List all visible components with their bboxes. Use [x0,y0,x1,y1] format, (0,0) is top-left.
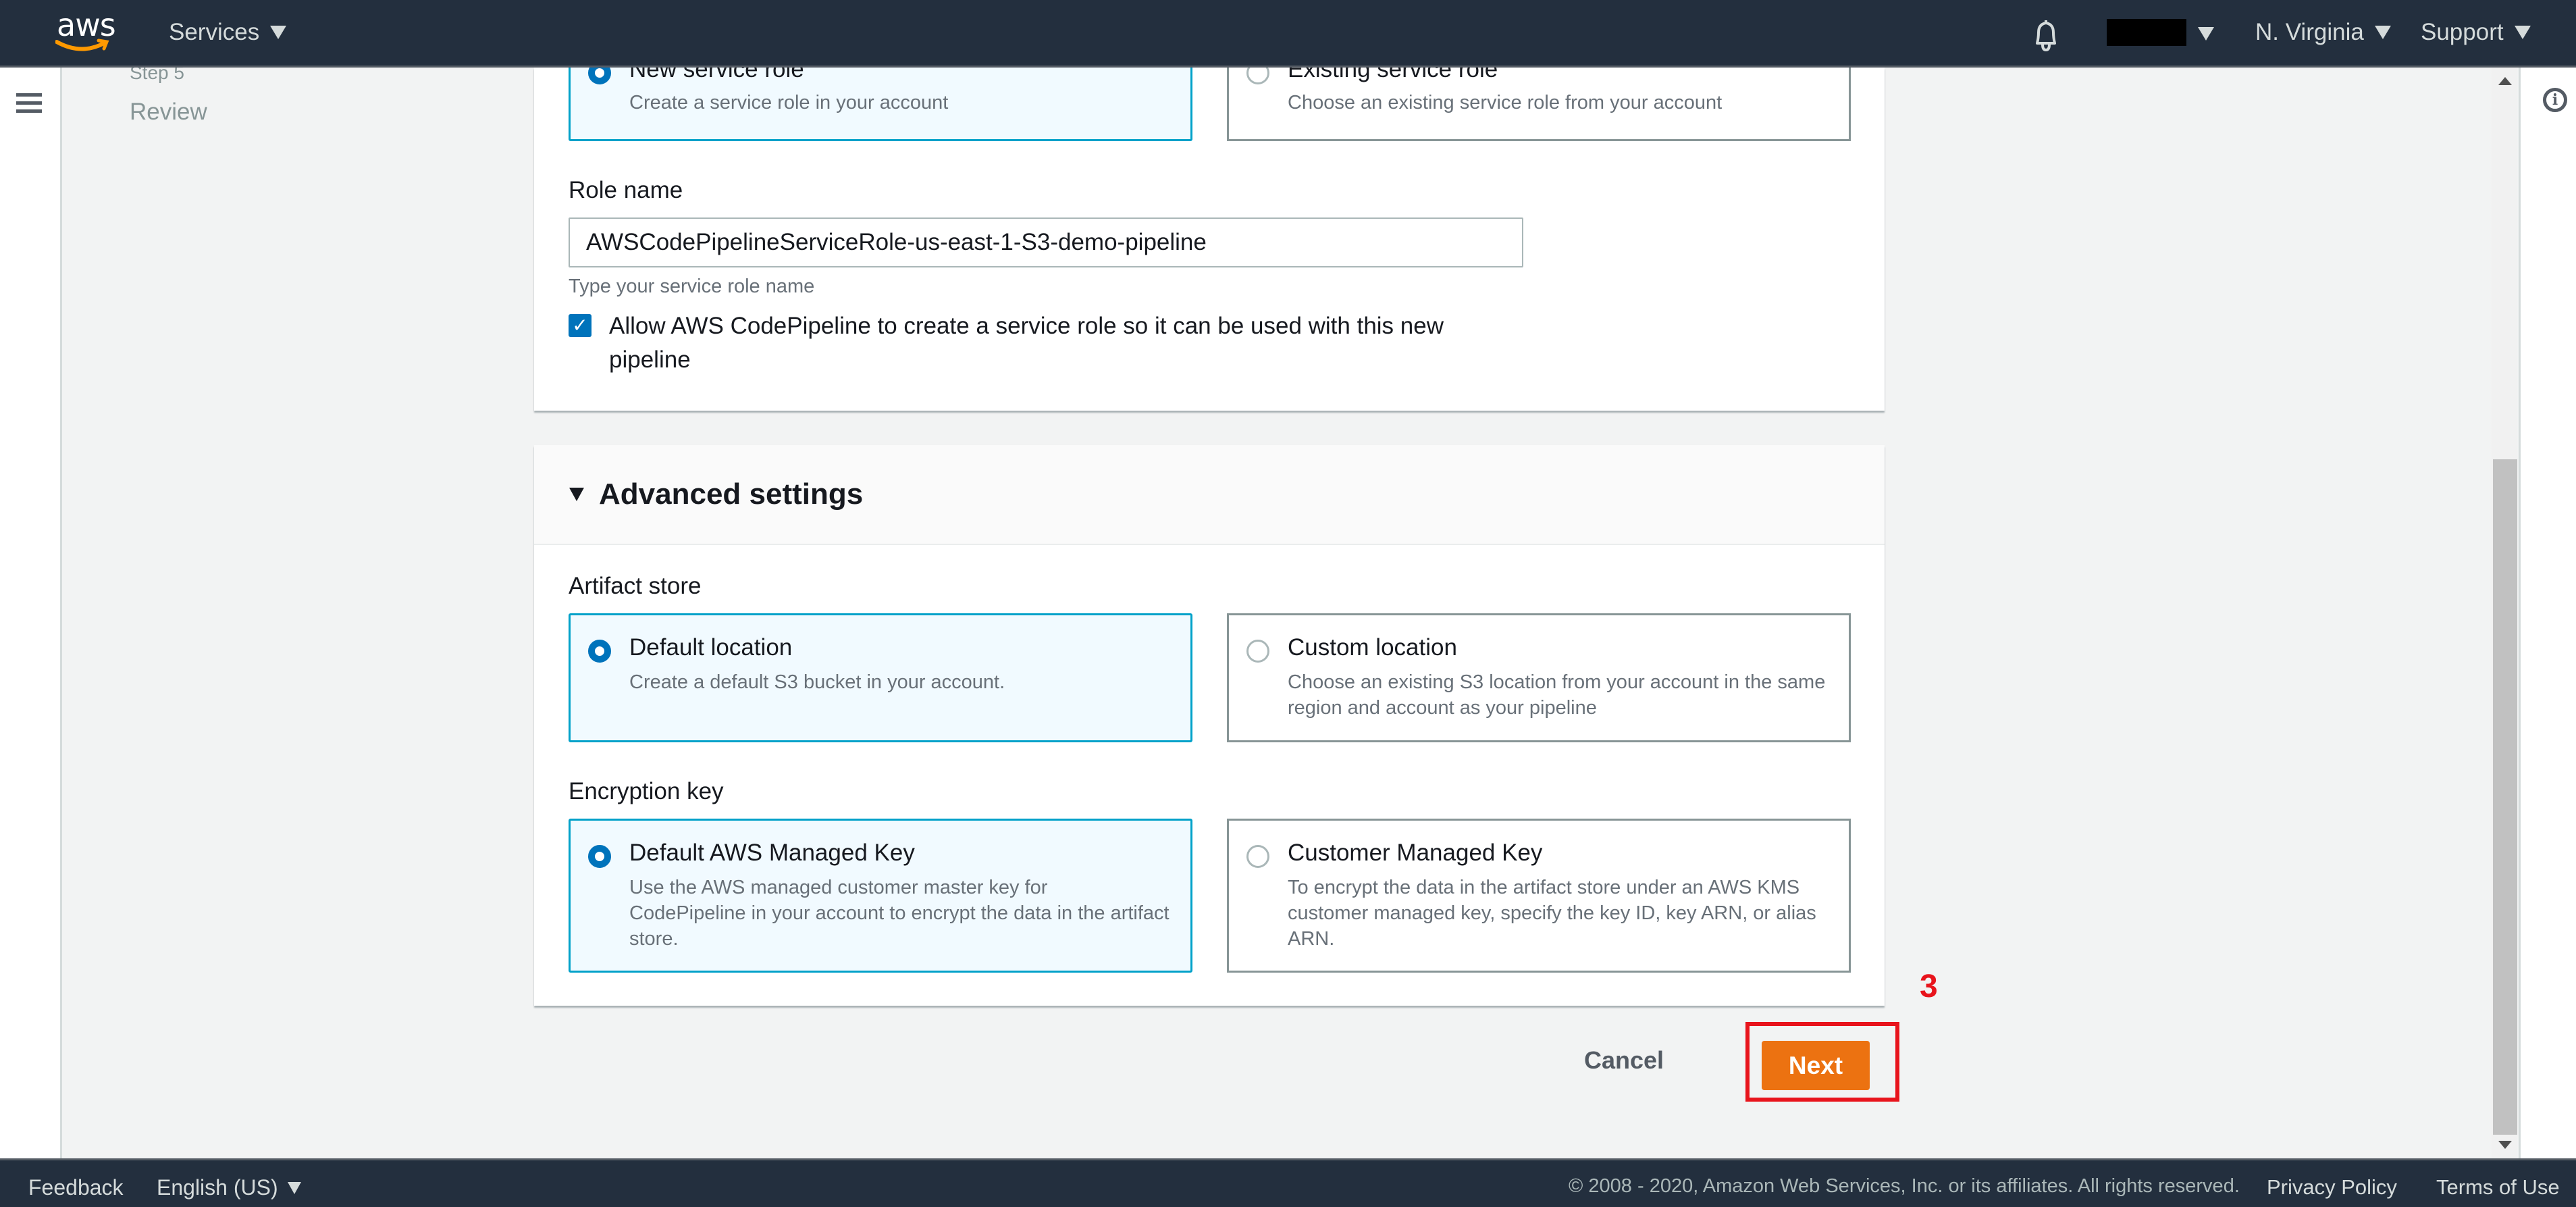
option-title: Customer Managed Key [1288,840,1543,866]
role-name-input[interactable] [569,217,1523,267]
customer-managed-key-option[interactable]: Customer Managed Key To encrypt the data… [1227,819,1851,973]
annotation-step-number: 3 [1920,969,1938,1004]
caret-down-icon [270,26,287,39]
copyright-text: © 2008 - 2020, Amazon Web Services, Inc.… [1569,1175,2240,1197]
next-button[interactable]: Next [1762,1041,1870,1090]
scrollbar-thumb[interactable] [2493,459,2517,1135]
caret-down-icon [2374,26,2391,39]
feedback-link[interactable]: Feedback [28,1175,124,1200]
hamburger-icon[interactable] [16,93,42,115]
allow-create-role-checkbox[interactable]: ✓ [569,314,592,337]
option-description: Create a default S3 bucket in your accou… [629,671,1005,693]
role-name-hint: Type your service role name [569,276,815,297]
default-managed-key-option[interactable]: Default AWS Managed Key Use the AWS mana… [569,819,1192,973]
info-icon[interactable]: i [2543,88,2567,112]
aws-logo[interactable]: aws [55,7,116,54]
bell-icon[interactable] [2029,18,2063,56]
vertical-scrollbar[interactable] [2492,68,2517,1158]
default-location-option[interactable]: Default location Create a default S3 buc… [569,613,1192,742]
step-review-link[interactable]: Review [130,99,207,126]
custom-location-option[interactable]: Custom location Choose an existing S3 lo… [1227,613,1851,742]
option-description: Use the AWS managed customer master key … [629,877,1169,950]
role-name-label: Role name [569,177,683,203]
option-description: Choose an existing S3 location from your… [1288,671,1826,719]
scroll-up-arrow-icon[interactable] [2498,77,2512,85]
expand-caret-icon [569,488,584,501]
radio-unselected[interactable] [1246,640,1269,663]
caret-down-icon [2514,26,2531,39]
language-label: English (US) [157,1175,278,1200]
support-menu[interactable]: Support [2421,19,2531,46]
artifact-store-label: Artifact store [569,573,702,599]
language-selector[interactable]: English (US) [157,1175,301,1200]
terms-of-use-link[interactable]: Terms of Use [2436,1175,2560,1200]
region-menu[interactable]: N. Virginia [2255,19,2391,46]
support-label: Support [2421,19,2504,45]
services-menu[interactable]: Services [169,19,287,46]
aws-smile-icon [55,38,109,51]
advanced-settings-header: Advanced settings [534,445,1885,545]
radio-selected[interactable] [588,640,611,663]
footer: Feedback English (US) © 2008 - 2020, Ama… [0,1158,2576,1207]
advanced-settings-title: Advanced settings [599,478,864,511]
cancel-button[interactable]: Cancel [1580,1046,1668,1075]
encryption-key-label: Encryption key [569,778,724,804]
option-description: Choose an existing service role from you… [1288,92,1723,113]
help-panel-strip: i [2519,68,2576,1158]
option-description: To encrypt the data in the artifact stor… [1288,877,1816,950]
side-navigation-strip [0,68,62,1158]
top-bar-content: aws Services N. Virginia Support [0,0,2576,68]
account-caret-down-icon[interactable] [2198,27,2214,41]
advanced-settings-toggle[interactable]: Advanced settings [569,478,863,511]
account-menu-redacted[interactable] [2107,19,2186,46]
option-title: Default AWS Managed Key [629,840,915,866]
caret-down-icon [287,1181,301,1194]
services-label: Services [169,19,260,45]
option-description: Create a service role in your account [629,92,949,113]
wizard-steps: Step 5 Review [130,62,207,126]
radio-unselected[interactable] [1246,845,1269,868]
radio-selected[interactable] [588,845,611,868]
privacy-policy-link[interactable]: Privacy Policy [2267,1175,2397,1200]
region-label: N. Virginia [2255,19,2364,45]
allow-create-role-label[interactable]: Allow AWS CodePipeline to create a servi… [609,309,1487,377]
scroll-down-arrow-icon[interactable] [2498,1141,2512,1149]
option-title: Default location [629,634,793,661]
option-title: Custom location [1288,634,1457,661]
